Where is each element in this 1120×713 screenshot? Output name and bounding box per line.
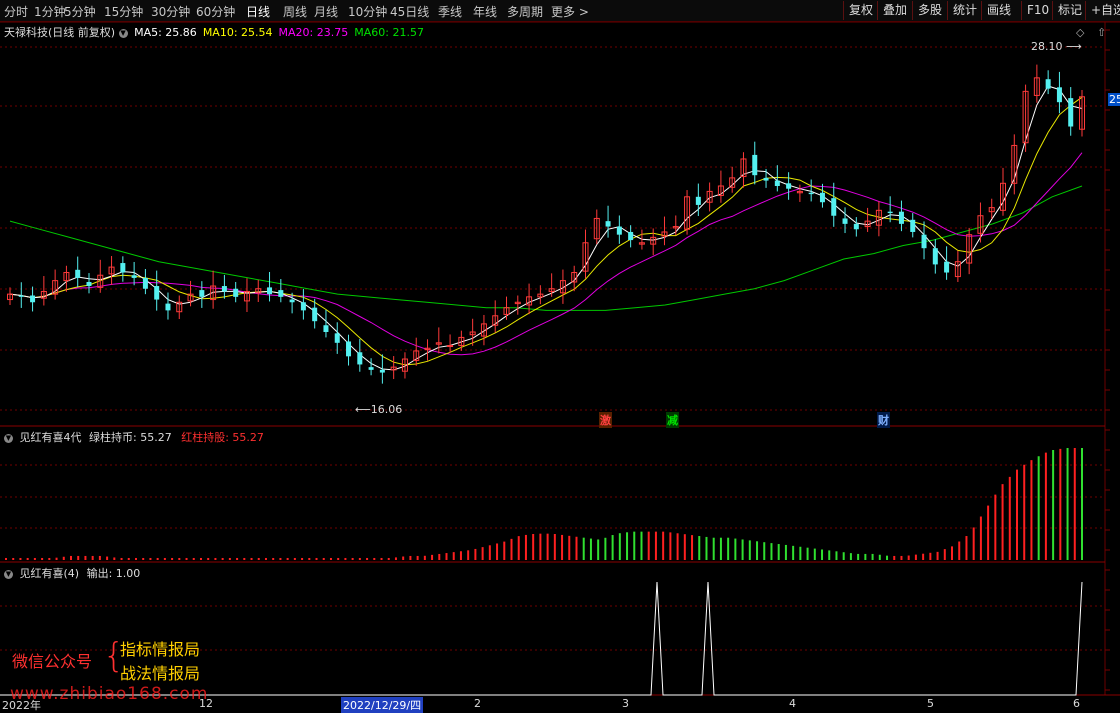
candle-body-down xyxy=(1068,98,1074,127)
event-marker-ji[interactable]: 激 xyxy=(599,412,612,428)
axis-label-4: 3 xyxy=(622,697,629,710)
ma-label-3: MA60: 21.57 xyxy=(354,26,424,39)
watermark-line1: 指标情报局 xyxy=(120,640,201,659)
candle-body-down xyxy=(233,288,239,297)
candle-body-down xyxy=(786,183,792,189)
axis-label-5: 4 xyxy=(789,697,796,710)
axis-label-6: 5 xyxy=(927,697,934,710)
watermark-wechat: 微信公众号 xyxy=(12,652,93,671)
candle-body-down xyxy=(346,341,352,357)
candle-body-up xyxy=(447,345,454,348)
candle-body-down xyxy=(932,248,938,265)
candle-body-down xyxy=(774,180,780,186)
candle-body-down xyxy=(120,263,126,273)
ma-label-2: MA20: 23.75 xyxy=(278,26,349,39)
settings-circle-icon[interactable]: ▼ xyxy=(118,28,128,38)
candle-body-down xyxy=(300,302,306,311)
high-price-label: 28.10 ⟶ xyxy=(1031,40,1082,53)
candle-body-down xyxy=(910,219,916,232)
ma20-line xyxy=(9,152,1083,356)
indicator1-red-label: 红柱持股: 55.27 xyxy=(181,431,264,444)
expand-icon[interactable]: ⇧ xyxy=(1097,26,1106,39)
current-price-tag: 25 xyxy=(1108,93,1120,106)
axis-label-3: 2 xyxy=(474,697,481,710)
candle-body-down xyxy=(628,231,634,241)
stock-title: 天禄科技(日线 前复权) xyxy=(4,26,116,39)
diamond-icon[interactable]: ◇ xyxy=(1076,26,1084,39)
candle-body-down xyxy=(921,234,927,249)
candle-body-down xyxy=(616,226,622,235)
candle-body-down xyxy=(75,269,81,278)
candle-body-down xyxy=(819,192,825,203)
indicator2-menu-icon[interactable]: ▼ xyxy=(4,569,13,579)
candle-body-down xyxy=(154,286,160,300)
candle-body-down xyxy=(898,211,904,224)
candle-body-down xyxy=(831,198,837,216)
candle-body-down xyxy=(165,303,171,311)
indicator2-header: ▼ 见红有喜(4) 输出: 1.00 xyxy=(4,565,140,581)
candle-body-down xyxy=(278,290,284,297)
indicator1-header: ▼ 见红有喜4代 绿柱持币: 55.27 红柱持股: 55.27 xyxy=(4,429,264,445)
candle-body-down xyxy=(267,287,273,295)
candle-body-down xyxy=(18,295,24,297)
ma10-line xyxy=(9,96,1083,366)
ma-label-1: MA10: 25.54 xyxy=(202,26,273,39)
watermark-line2: 战法情报局 xyxy=(120,664,201,683)
low-price-label: ⟵16.06 xyxy=(355,403,403,416)
candle-body-down xyxy=(86,281,92,287)
candle-body-down xyxy=(887,211,893,214)
candle-body-down xyxy=(379,369,385,373)
indicator1-green-label: 绿柱持币: 55.27 xyxy=(89,431,172,444)
candle-body-down xyxy=(763,177,769,181)
candle-body-down xyxy=(323,325,329,332)
candle-body-down xyxy=(605,221,611,227)
candle-body-down xyxy=(944,261,950,273)
event-marker-jian[interactable]: 减 xyxy=(666,412,679,428)
candle-body-down xyxy=(1045,79,1051,89)
axis-label-7: 6 xyxy=(1073,697,1080,710)
candle-body-down xyxy=(131,275,137,278)
indicator1-name: 见红有喜4代 xyxy=(19,431,82,444)
indicator2-output: 输出: 1.00 xyxy=(86,567,141,580)
candle-body-down xyxy=(334,333,340,343)
candle-body-down xyxy=(853,223,859,230)
indicator2-name: 见红有喜(4) xyxy=(19,567,80,580)
ma-legend: MA5: 25.86 MA10: 25.54 MA20: 23.75 MA60: 21… xyxy=(134,26,430,39)
ma60-line xyxy=(9,185,1083,311)
indicator1-menu-icon[interactable]: ▼ xyxy=(4,433,13,443)
axis-label-1: 12 xyxy=(199,697,213,710)
candle-body-down xyxy=(221,286,227,292)
main-panel-header: 天禄科技(日线 前复权) ▼ MA5: 25.86 MA10: 25.54 MA20… xyxy=(4,24,430,40)
candle-body-down xyxy=(289,299,295,303)
event-marker-cai[interactable]: 财 xyxy=(877,412,890,428)
candle-body-down xyxy=(199,290,205,297)
candle-body-down xyxy=(752,154,758,176)
candle-body-down xyxy=(1056,87,1062,103)
candle-body-down xyxy=(142,277,148,289)
candle-body-down xyxy=(842,218,848,224)
candle-body-down xyxy=(368,367,374,370)
candle-body-down xyxy=(695,196,701,205)
ma-label-0: MA5: 25.86 xyxy=(134,26,197,39)
candle-body-down xyxy=(30,295,36,303)
candle-body-down xyxy=(357,352,363,365)
candle-body-down xyxy=(808,192,814,195)
stock-chart[interactable] xyxy=(0,0,1120,711)
candle-body-down xyxy=(312,307,318,322)
